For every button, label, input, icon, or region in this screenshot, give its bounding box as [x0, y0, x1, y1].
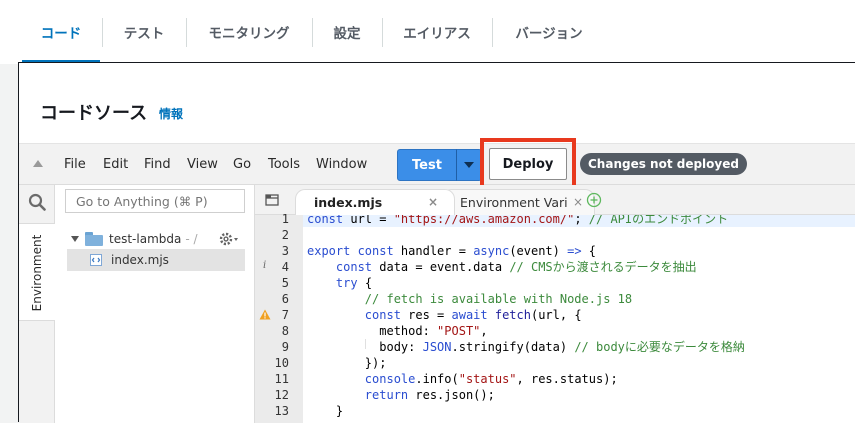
- expand-triangle-icon[interactable]: [71, 236, 79, 242]
- line-number: 5: [281, 276, 289, 290]
- tab-index-mjs[interactable]: index.mjs ×: [295, 189, 455, 215]
- test-dropdown-button[interactable]: [456, 149, 482, 181]
- line-number: 2: [281, 228, 289, 242]
- goto-anything-input[interactable]: [65, 189, 245, 213]
- file-name: index.mjs: [111, 253, 169, 267]
- folder-row[interactable]: test-lambda - /: [71, 230, 198, 248]
- editor-tab-bar: Environment Vari × index.mjs ×: [255, 185, 855, 215]
- folder-name: test-lambda: [109, 232, 182, 246]
- line-number: 9: [281, 340, 289, 354]
- tab-test[interactable]: テスト: [104, 0, 184, 64]
- status-badge: Changes not deployed: [580, 153, 747, 175]
- line-number-gutter: 1 2 3 4 5 6 7 8 9 10 11 12 13 i: [255, 212, 303, 423]
- tab-code[interactable]: コード: [22, 0, 100, 64]
- code-line: const res = await fetch(url, {: [364, 308, 582, 322]
- code-line: // fetch is available with Node.js 18: [364, 292, 633, 306]
- tab-label: Environment Vari: [460, 195, 568, 210]
- code-line: export const handler = async(event) => {: [307, 244, 597, 258]
- code-line: body: JSON.stringify(data) // bodyに必要なデー…: [307, 340, 745, 354]
- line-number: 10: [274, 356, 289, 370]
- top-tab-bar: コード テスト モニタリング 設定 エイリアス バージョン: [0, 0, 855, 64]
- code-editor[interactable]: const url = "https://aws.amazon.com/"; /…: [303, 215, 855, 423]
- tab-aliases[interactable]: エイリアス: [384, 0, 490, 64]
- tab-separator: [382, 18, 383, 47]
- search-icon[interactable]: [28, 193, 46, 211]
- code-line: return res.json();: [364, 388, 495, 402]
- menu-view[interactable]: View: [187, 157, 218, 172]
- menu-tools[interactable]: Tools: [268, 157, 300, 172]
- folder-path-suffix: - /: [185, 232, 198, 246]
- menu-file[interactable]: File: [64, 157, 86, 172]
- tab-separator: [102, 18, 103, 47]
- code-line: });: [307, 356, 387, 370]
- line-number: 8: [281, 324, 289, 338]
- close-icon[interactable]: ×: [428, 195, 438, 209]
- code-line: const data = event.data // CMSから渡されるデータを…: [335, 260, 697, 274]
- ide-menubar: File Edit Find View Go Tools Window Test…: [19, 138, 855, 191]
- code-line: console.info("status", res.status);: [364, 372, 618, 386]
- line-number: 13: [274, 404, 289, 418]
- code-file-icon: [90, 254, 102, 266]
- code-line: method: "POST",: [307, 324, 488, 338]
- code-line: try {: [335, 276, 373, 290]
- tab-separator: [312, 18, 313, 47]
- tab-separator: [186, 18, 187, 47]
- left-rail: Environment: [19, 185, 55, 423]
- menu-edit[interactable]: Edit: [103, 157, 128, 172]
- folder-icon: [85, 232, 103, 246]
- tab-label: index.mjs: [314, 195, 383, 210]
- line-number: 11: [274, 372, 289, 386]
- panel-header: コードソース 情報: [19, 63, 855, 143]
- test-button[interactable]: Test: [397, 149, 457, 181]
- code-source-panel: コードソース 情報 File Edit Find View Go Tools W…: [18, 62, 855, 423]
- environment-tab[interactable]: Environment: [19, 223, 55, 321]
- tab-list-icon[interactable]: [264, 192, 280, 208]
- add-tab-icon[interactable]: [586, 192, 602, 208]
- environment-tab-label: Environment: [30, 234, 44, 312]
- deploy-button[interactable]: Deploy: [489, 148, 567, 180]
- tab-separator: [492, 18, 493, 47]
- collapse-triangle-icon[interactable]: [33, 160, 43, 167]
- line-number: 6: [281, 292, 289, 306]
- info-link[interactable]: 情報: [159, 105, 183, 122]
- tab-monitoring[interactable]: モニタリング: [188, 0, 310, 64]
- page-title: コードソース: [40, 103, 148, 124]
- tab-versions[interactable]: バージョン: [494, 0, 604, 64]
- line-number: 1: [281, 212, 289, 226]
- file-row-index-mjs[interactable]: index.mjs: [67, 249, 245, 271]
- tab-settings[interactable]: 設定: [314, 0, 380, 64]
- warning-icon[interactable]: [259, 309, 271, 320]
- close-icon[interactable]: ×: [573, 195, 583, 209]
- gear-icon[interactable]: [219, 231, 241, 247]
- line-number: 3: [281, 244, 289, 258]
- code-line: const url = "https://aws.amazon.com/"; /…: [307, 215, 729, 226]
- caret-down-icon: [464, 162, 474, 168]
- menu-find[interactable]: Find: [144, 157, 171, 172]
- line-number: 12: [274, 388, 289, 402]
- code-line: }: [307, 404, 344, 418]
- menu-window[interactable]: Window: [316, 157, 367, 172]
- tab-environment-variables[interactable]: Environment Vari ×: [441, 189, 595, 215]
- menu-go[interactable]: Go: [233, 157, 251, 172]
- info-marker-icon[interactable]: i: [263, 260, 266, 271]
- file-tree: test-lambda - / index.mjs: [55, 185, 255, 423]
